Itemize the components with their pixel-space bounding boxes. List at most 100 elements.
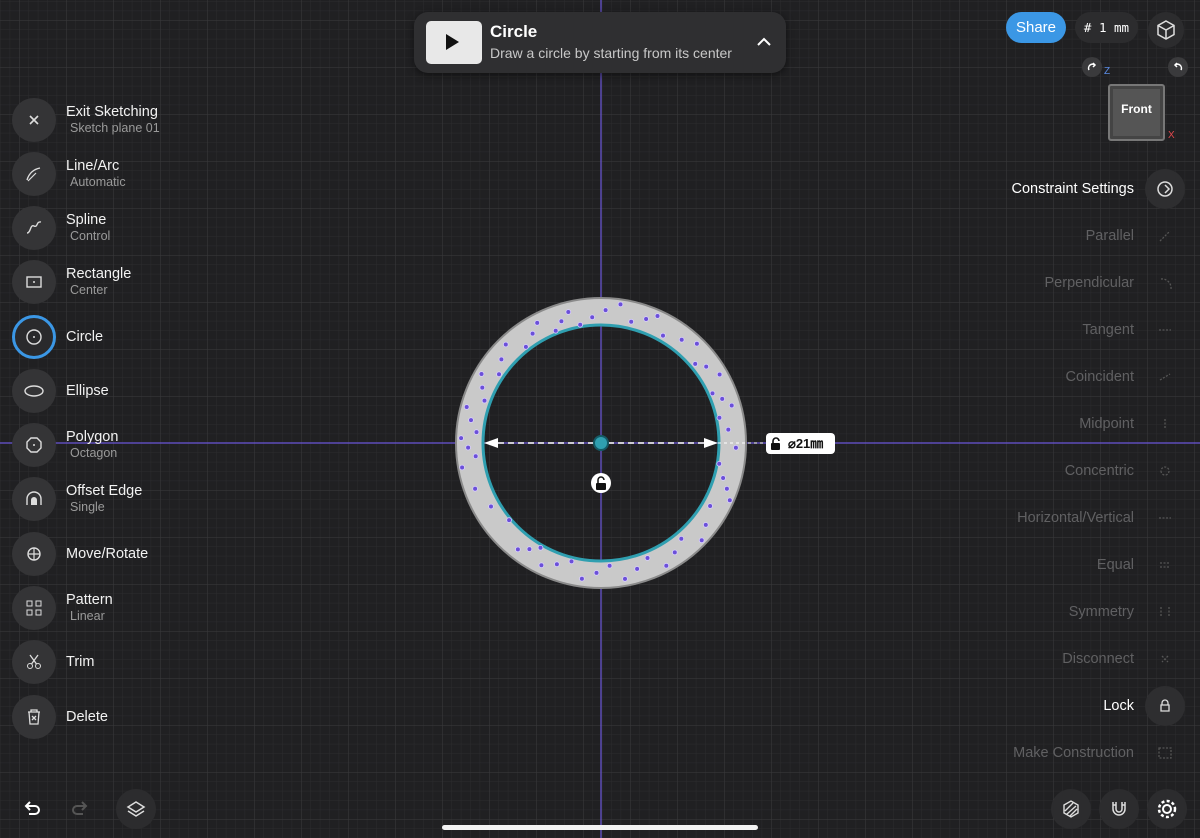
- sketch-vertex-point[interactable]: [473, 429, 480, 435]
- constraint-settings-button[interactable]: [1145, 169, 1185, 209]
- sketch-vertex-point[interactable]: [558, 318, 565, 325]
- snap-button[interactable]: [1099, 789, 1139, 829]
- sketch-vertex-point[interactable]: [488, 503, 494, 510]
- constraint-equal-button[interactable]: [1145, 545, 1185, 585]
- sketch-vertex-point[interactable]: [506, 517, 512, 523]
- sketch-vertex-point[interactable]: [678, 535, 685, 542]
- tool-ellipse[interactable]: Ellipse: [12, 369, 222, 413]
- sketch-vertex-point[interactable]: [481, 397, 488, 404]
- tool-circle[interactable]: Circle: [12, 315, 222, 359]
- tool-pattern[interactable]: Pattern Linear: [12, 586, 222, 630]
- constraint-concentric-button[interactable]: [1145, 451, 1185, 491]
- rotate-view-left-button[interactable]: [1082, 57, 1102, 77]
- tool-rectangle[interactable]: Rectangle Center: [12, 260, 222, 304]
- rotate-view-right-button[interactable]: [1168, 57, 1188, 77]
- tool-line-arc[interactable]: Line/Arc Automatic: [12, 152, 222, 196]
- sketch-vertex-point[interactable]: [458, 435, 464, 441]
- constraint-make-construction-button[interactable]: [1145, 733, 1185, 773]
- redo-button[interactable]: [60, 789, 100, 829]
- sketch-vertex-point[interactable]: [709, 390, 716, 397]
- sketch-vertex-point[interactable]: [577, 321, 583, 328]
- sketch-vertex-point[interactable]: [671, 549, 678, 556]
- sketch-vertex-point[interactable]: [725, 426, 732, 433]
- sketch-vertex-point[interactable]: [702, 522, 709, 528]
- sketch-vertex-point[interactable]: [726, 497, 733, 504]
- sketch-vertex-point[interactable]: [479, 384, 486, 391]
- undo-button[interactable]: [12, 789, 52, 829]
- sketch-vertex-point[interactable]: [643, 316, 649, 322]
- sketch-vertex-point[interactable]: [602, 307, 609, 313]
- sketch-vertex-point[interactable]: [716, 460, 722, 467]
- sketch-vertex-point[interactable]: [472, 453, 479, 460]
- sketch-vertex-point[interactable]: [724, 485, 730, 492]
- sketch-vertex-point[interactable]: [720, 475, 726, 481]
- tool-spline[interactable]: Spline Control: [12, 206, 222, 250]
- sketch-vertex-point[interactable]: [534, 320, 540, 326]
- sketch-vertex-point[interactable]: [538, 562, 545, 568]
- sketch-vertex-point[interactable]: [716, 371, 723, 378]
- sketch-vertex-point[interactable]: [502, 341, 509, 348]
- constraint-symmetry-button[interactable]: [1145, 592, 1185, 632]
- constraint-perpendicular-button[interactable]: [1145, 263, 1185, 303]
- sketch-vertex-point[interactable]: [678, 336, 685, 343]
- tool-close[interactable]: Exit Sketching Sketch plane 01: [12, 98, 222, 142]
- sketch-vertex-point[interactable]: [526, 546, 533, 552]
- sketch-vertex-point[interactable]: [468, 417, 474, 423]
- sketch-vertex-point[interactable]: [523, 344, 529, 350]
- sketch-vertex-point[interactable]: [465, 444, 471, 451]
- tool-move-rotate[interactable]: Move/Rotate: [12, 532, 222, 576]
- sketch-vertex-point[interactable]: [654, 313, 661, 319]
- sketch-vertex-point[interactable]: [554, 561, 560, 567]
- sketch-vertex-point[interactable]: [537, 544, 544, 551]
- sketch-vertex-point[interactable]: [707, 503, 713, 509]
- share-button[interactable]: Share: [1006, 12, 1066, 43]
- sketch-vertex-point[interactable]: [606, 562, 613, 569]
- sketch-vertex-point[interactable]: [515, 546, 521, 553]
- sketch-vertex-point[interactable]: [628, 318, 634, 325]
- sketch-vertex-point[interactable]: [703, 363, 709, 370]
- tool-trash[interactable]: Delete: [12, 695, 222, 739]
- sketch-vertex-point[interactable]: [617, 301, 624, 308]
- layers-button[interactable]: [116, 789, 156, 829]
- sketch-vertex-point[interactable]: [622, 576, 628, 582]
- sketch-vertex-point[interactable]: [644, 555, 651, 561]
- tool-tip-banner[interactable]: Circle Draw a circle by starting from it…: [414, 12, 786, 73]
- settings-button[interactable]: [1147, 789, 1187, 829]
- sketch-vertex-point[interactable]: [459, 464, 465, 471]
- constraint-disconnect-button[interactable]: [1145, 639, 1185, 679]
- sketch-vertex-point[interactable]: [660, 332, 666, 339]
- tool-polygon[interactable]: Polygon Octagon: [12, 423, 222, 467]
- sketch-vertex-point[interactable]: [496, 371, 502, 378]
- sketch-vertex-point[interactable]: [733, 444, 739, 451]
- sketch-vertex-point[interactable]: [719, 396, 725, 402]
- sketch-vertex-point[interactable]: [692, 361, 698, 367]
- sketch-vertex-point[interactable]: [694, 340, 700, 347]
- constraint-coincident-button[interactable]: [1145, 357, 1185, 397]
- tool-scissors[interactable]: Trim: [12, 640, 222, 684]
- constraint-lock-button[interactable]: [1145, 686, 1185, 726]
- tool-offset-edge[interactable]: Offset Edge Single: [12, 477, 222, 521]
- constraint-tangent-button[interactable]: [1145, 310, 1185, 350]
- sketch-vertex-point[interactable]: [565, 309, 572, 315]
- tutorial-video-thumbnail[interactable]: [426, 21, 482, 64]
- sketch-vertex-point[interactable]: [529, 330, 536, 337]
- sketch-vertex-point[interactable]: [568, 558, 575, 565]
- sketch-vertex-point[interactable]: [579, 575, 585, 582]
- sketch-vertex-point[interactable]: [552, 327, 559, 334]
- sketch-vertex-point[interactable]: [716, 414, 723, 421]
- diameter-dimension-label[interactable]: ⌀21㎜: [766, 433, 835, 454]
- constraint-parallel-button[interactable]: [1145, 216, 1185, 256]
- section-view-button[interactable]: [1051, 789, 1091, 829]
- grid-size-button[interactable]: # 1 mm: [1075, 12, 1138, 43]
- chevron-up-icon[interactable]: [754, 32, 774, 52]
- sketch-vertex-point[interactable]: [593, 570, 600, 576]
- home-indicator[interactable]: [442, 825, 758, 830]
- constraint-midpoint-button[interactable]: [1145, 404, 1185, 444]
- sketch-vertex-point[interactable]: [472, 485, 478, 492]
- sketch-vertex-point[interactable]: [728, 402, 735, 409]
- sketch-vertex-point[interactable]: [478, 371, 485, 377]
- sketch-vertex-point[interactable]: [634, 566, 640, 572]
- sketch-vertex-point[interactable]: [463, 404, 470, 410]
- sketch-vertex-point[interactable]: [498, 356, 505, 363]
- constraint-horizontal-vertical-button[interactable]: [1145, 498, 1185, 538]
